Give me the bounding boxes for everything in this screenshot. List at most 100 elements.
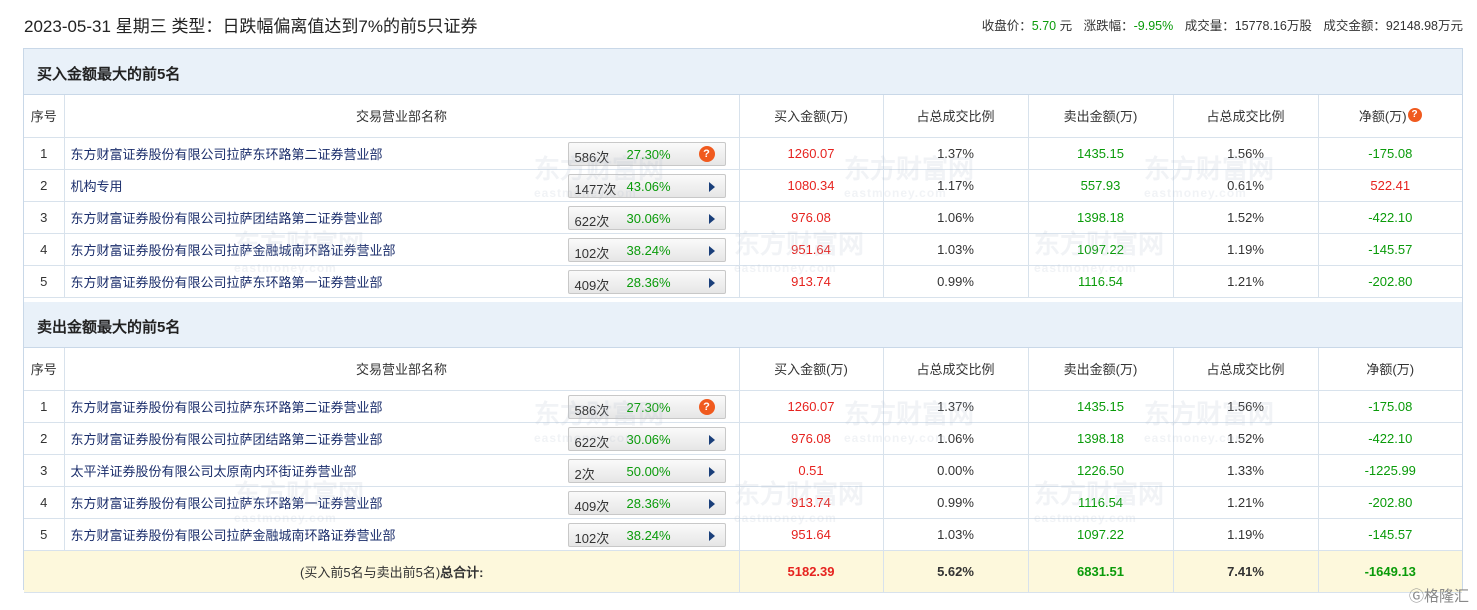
- sell-ratio: 1.19%: [1173, 518, 1319, 551]
- trade-stats-button[interactable]: 102次 38.24%: [567, 522, 726, 547]
- sell-amount: 1398.18: [1028, 422, 1174, 455]
- col-net: 净额(万): [1318, 348, 1462, 391]
- volume-value: 15778.16万股: [1234, 19, 1312, 33]
- arrow-right-icon[interactable]: [708, 245, 715, 256]
- col-sell-ratio: 占总成交比例: [1173, 348, 1319, 391]
- row-index: 5: [24, 265, 65, 298]
- buy-ratio: 1.37%: [883, 137, 1029, 170]
- net-amount: -145.57: [1318, 233, 1462, 266]
- sell-ratio: 1.33%: [1173, 454, 1319, 487]
- trade-stats-button[interactable]: 586次 27.30%?: [567, 394, 726, 419]
- net-amount: -422.10: [1318, 201, 1462, 234]
- buy-amount: 0.51: [739, 454, 884, 487]
- row-index: 1: [24, 390, 65, 423]
- col-name: 交易营业部名称: [64, 95, 740, 138]
- buy-ratio: 1.03%: [883, 233, 1029, 266]
- trade-stats-button[interactable]: 622次 30.06%: [567, 426, 726, 451]
- table-row: 2 东方财富证券股份有限公司拉萨团结路第二证券营业部 622次 30.06% 976.0…: [24, 422, 1462, 455]
- sell-ratio: 1.52%: [1173, 201, 1319, 234]
- branch-name-cell: 东方财富证券股份有限公司拉萨金融城南环路证券营业部 102次 38.24%: [64, 233, 740, 266]
- branch-name-link[interactable]: 东方财富证券股份有限公司拉萨团结路第二证券营业部: [71, 208, 383, 227]
- sell-ratio: 1.56%: [1173, 137, 1319, 170]
- arrow-right-icon[interactable]: [708, 498, 715, 509]
- trade-stats-button[interactable]: 409次 28.36%: [567, 490, 726, 515]
- volume-label: 成交量：: [1184, 19, 1235, 33]
- total-row: (买入前5名与卖出前5名)总合计: 5182.39 5.62% 6831.51 …: [24, 550, 1462, 593]
- trade-stats-button[interactable]: 586次 27.30%?: [567, 141, 726, 166]
- buy-ratio: 1.03%: [883, 518, 1029, 551]
- sell-ratio: 1.56%: [1173, 390, 1319, 423]
- sell-ratio: 1.52%: [1173, 422, 1319, 455]
- col-buy: 买入金额(万): [739, 95, 884, 138]
- sell-section-title: 卖出金额最大的前5名: [37, 319, 181, 336]
- buy-amount: 913.74: [739, 265, 884, 298]
- sell-table: 序号 交易营业部名称 买入金额(万) 占总成交比例 卖出金额(万) 占总成交比例…: [24, 348, 1462, 593]
- branch-name-cell: 东方财富证券股份有限公司拉萨团结路第二证券营业部 622次 30.06%: [64, 201, 740, 234]
- win-rate: 28.36%: [626, 274, 671, 290]
- table-row: 1 东方财富证券股份有限公司拉萨东环路第二证券营业部 586次 27.30%? 1260…: [24, 390, 1462, 423]
- amount-value: 92148.98万元: [1385, 19, 1463, 33]
- branch-name-link[interactable]: 东方财富证券股份有限公司拉萨金融城南环路证券营业部: [71, 525, 396, 544]
- question-icon[interactable]: ?: [698, 145, 715, 162]
- close-label: 收盘价：: [981, 19, 1032, 33]
- sell-amount: 1226.50: [1028, 454, 1174, 487]
- table-row: 4 东方财富证券股份有限公司拉萨东环路第一证券营业部 409次 28.36% 913.7…: [24, 486, 1462, 519]
- question-icon[interactable]: ?: [1407, 108, 1422, 123]
- question-icon[interactable]: ?: [698, 398, 715, 415]
- buy-ratio: 1.17%: [883, 169, 1029, 202]
- buy-amount: 976.08: [739, 422, 884, 455]
- branch-name-link[interactable]: 东方财富证券股份有限公司拉萨东环路第二证券营业部: [71, 397, 383, 416]
- net-amount: -1225.99: [1318, 454, 1462, 487]
- row-index: 2: [24, 169, 65, 202]
- trade-stats-button[interactable]: 622次 30.06%: [567, 205, 726, 230]
- sell-amount: 1097.22: [1028, 233, 1174, 266]
- branch-name-cell: 东方财富证券股份有限公司拉萨东环路第二证券营业部 586次 27.30%?: [64, 137, 740, 170]
- col-idx: 序号: [24, 348, 65, 391]
- branch-name-link[interactable]: 东方财富证券股份有限公司拉萨东环路第一证券营业部: [71, 493, 383, 512]
- total-buy: 5182.39: [739, 550, 884, 593]
- buy-amount: 1260.07: [739, 137, 884, 170]
- sell-ratio: 0.61%: [1173, 169, 1319, 202]
- arrow-right-icon[interactable]: [708, 181, 715, 192]
- trade-stats-button[interactable]: 1477次 43.06%: [567, 173, 726, 198]
- win-rate: 30.06%: [626, 431, 671, 447]
- arrow-right-icon[interactable]: [708, 530, 715, 541]
- table-row: 2 机构专用 1477次 43.06% 1080.34 1.17% 557.93 0.61% 5…: [24, 169, 1462, 202]
- branch-name-link[interactable]: 机构专用: [71, 176, 123, 195]
- trade-count: 409次: [574, 277, 610, 293]
- trade-stats-button[interactable]: 409次 28.36%: [567, 269, 726, 294]
- branch-name-link[interactable]: 东方财富证券股份有限公司拉萨东环路第二证券营业部: [71, 144, 383, 163]
- type-label: 类型：: [171, 17, 223, 36]
- col-buy-ratio: 占总成交比例: [883, 95, 1029, 138]
- arrow-right-icon[interactable]: [708, 466, 715, 477]
- arrow-right-icon[interactable]: [708, 434, 715, 445]
- net-amount: -422.10: [1318, 422, 1462, 455]
- trade-stats-button[interactable]: 2次 50.00%: [567, 458, 726, 483]
- branch-name-link[interactable]: 太平洋证券股份有限公司太原南内环街证券营业部: [71, 461, 357, 480]
- branch-name-link[interactable]: 东方财富证券股份有限公司拉萨团结路第二证券营业部: [71, 429, 383, 448]
- net-amount: -202.80: [1318, 486, 1462, 519]
- col-sell: 卖出金额(万): [1028, 95, 1174, 138]
- win-rate: 28.36%: [626, 495, 671, 511]
- trade-stats-button[interactable]: 102次 38.24%: [567, 237, 726, 262]
- branch-name-link[interactable]: 东方财富证券股份有限公司拉萨金融城南环路证券营业部: [71, 240, 396, 259]
- row-index: 3: [24, 454, 65, 487]
- win-rate: 30.06%: [626, 210, 671, 226]
- arrow-right-icon[interactable]: [708, 277, 715, 288]
- buy-section-header: 买入金额最大的前5名: [24, 49, 1462, 95]
- branch-name-link[interactable]: 东方财富证券股份有限公司拉萨东环路第一证券营业部: [71, 272, 383, 291]
- trade-count: 2次: [574, 466, 595, 482]
- arrow-right-icon[interactable]: [708, 213, 715, 224]
- branch-name-cell: 东方财富证券股份有限公司拉萨东环路第二证券营业部 586次 27.30%?: [64, 390, 740, 423]
- total-label-suffix: 总合计:: [440, 564, 484, 580]
- buy-amount: 913.74: [739, 486, 884, 519]
- total-label-prefix: (买入前5名与卖出前5名): [300, 564, 441, 580]
- buy-ratio: 0.00%: [883, 454, 1029, 487]
- buy-ratio: 0.99%: [883, 265, 1029, 298]
- col-idx: 序号: [24, 95, 65, 138]
- buy-amount: 1080.34: [739, 169, 884, 202]
- sell-section-header: 卖出金额最大的前5名: [24, 302, 1462, 348]
- row-index: 4: [24, 486, 65, 519]
- page-header: 2023-05-31 星期三 类型：日跌幅偏离值达到7%的前5只证券 收盘价：5…: [0, 0, 1477, 48]
- buy-amount: 976.08: [739, 201, 884, 234]
